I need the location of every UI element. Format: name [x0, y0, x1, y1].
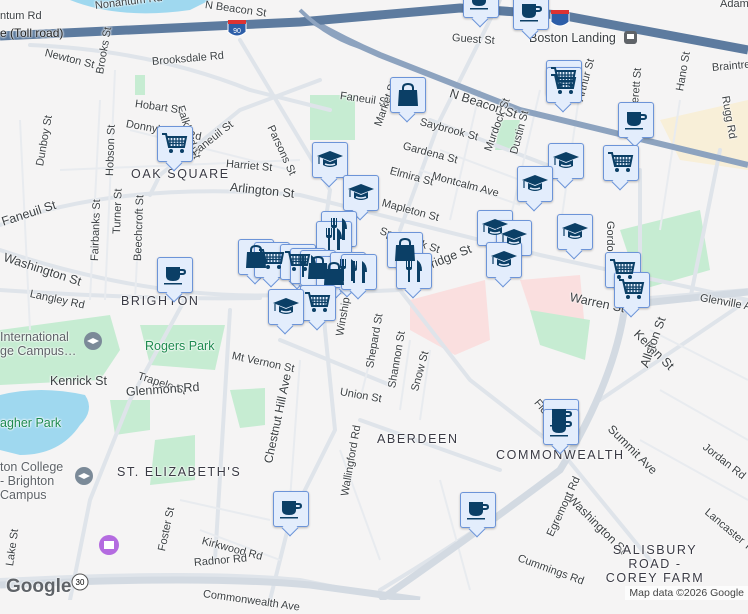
park-label[interactable]: Rogers Park [145, 339, 214, 353]
university-icon[interactable] [75, 467, 93, 485]
street-label: Beechcroft St [132, 194, 147, 262]
street-label: Hobson St [104, 124, 118, 177]
park-label[interactable]: agher Park [0, 416, 61, 430]
street-label: Fairbanks St [89, 199, 104, 262]
google-logo: Google [6, 576, 72, 597]
i90-shield: 90 [227, 20, 247, 37]
school-marker[interactable] [486, 242, 522, 278]
i90-shield-text: 90 [233, 28, 241, 35]
fork-knife-icon [400, 257, 428, 285]
neighborhood-label: BRIGHTON [121, 294, 200, 308]
graduation-cap-icon [561, 218, 589, 246]
street-label: Adams St [720, 0, 748, 10]
street-label: Turner St [111, 188, 125, 235]
shopping-cart-marker[interactable] [546, 67, 582, 103]
shopping-cart-icon [618, 276, 646, 304]
coffee-marker[interactable] [618, 102, 654, 138]
coffee-cup-icon [622, 106, 650, 134]
neighborhood-label: OAK SQUARE [131, 167, 230, 181]
school-marker[interactable] [312, 142, 348, 178]
coffee-cup-icon [464, 496, 492, 524]
map-attribution[interactable]: Map data ©2026 Google [625, 586, 748, 600]
fork-knife-icon [320, 225, 348, 253]
coffee-cup-icon [547, 413, 575, 441]
museum-icon[interactable] [99, 535, 119, 555]
school-marker[interactable] [268, 289, 304, 325]
park [135, 75, 145, 95]
coffee-cup-icon [517, 0, 545, 26]
street-label: ntum Rd [0, 10, 42, 22]
school-marker[interactable] [557, 214, 593, 250]
park [230, 388, 265, 428]
transit-icon[interactable] [624, 31, 637, 44]
neighborhood-label: ST. ELIZABETH'S [117, 465, 242, 479]
shopping-cart-marker[interactable] [603, 145, 639, 181]
shopping-cart-marker[interactable] [157, 126, 193, 162]
shopping-cart-marker[interactable] [614, 272, 650, 308]
school-marker[interactable] [517, 166, 553, 202]
coffee-marker[interactable] [460, 492, 496, 528]
graduation-cap-icon [490, 246, 518, 274]
street-label: Kenrick St [50, 374, 107, 388]
graduation-cap-icon [347, 179, 375, 207]
coffee-marker[interactable] [543, 409, 579, 445]
graduation-cap-icon [316, 146, 344, 174]
shopping-cart-icon [607, 149, 635, 177]
restaurant-marker[interactable] [396, 253, 432, 289]
school-marker[interactable] [548, 143, 584, 179]
coffee-cup-icon [467, 0, 495, 14]
transit-label[interactable]: Boston Landing [529, 31, 616, 45]
coffee-marker[interactable] [513, 0, 549, 30]
fork-knife-icon [345, 258, 373, 286]
shopping-cart-icon [304, 289, 332, 317]
shopping-cart-icon [258, 246, 286, 274]
graduation-cap-icon [552, 147, 580, 175]
graduation-cap-icon [272, 293, 300, 321]
shopping-bag-icon [394, 81, 422, 109]
coffee-marker[interactable] [463, 0, 499, 18]
coffee-marker[interactable] [157, 257, 193, 293]
coffee-marker[interactable] [273, 491, 309, 527]
shopping-cart-marker[interactable] [300, 285, 336, 321]
coffee-cup-icon [277, 495, 305, 523]
i90-shield-2 [550, 10, 570, 27]
street-label: e (Toll road) [0, 26, 64, 40]
graduation-cap-icon [521, 170, 549, 198]
university-icon[interactable] [84, 332, 102, 350]
shopping-cart-icon [550, 71, 578, 99]
route-30-text: 30 [76, 578, 85, 587]
coffee-cup-icon [161, 261, 189, 289]
poi-label-international-college[interactable]: International ge Campus… [0, 330, 76, 358]
neighborhood-label: SALISBURY ROAD - COREY FARM [605, 543, 705, 585]
route-30-shield: 30 [71, 573, 89, 591]
school-marker[interactable] [343, 175, 379, 211]
shopping-bag-marker[interactable] [390, 77, 426, 113]
poi-label-boston-college-brighton[interactable]: ton College - Brighton Campus [0, 460, 63, 502]
shopping-cart-icon [161, 130, 189, 158]
restaurant-marker[interactable] [341, 254, 377, 290]
neighborhood-label: ABERDEEN [377, 432, 459, 446]
